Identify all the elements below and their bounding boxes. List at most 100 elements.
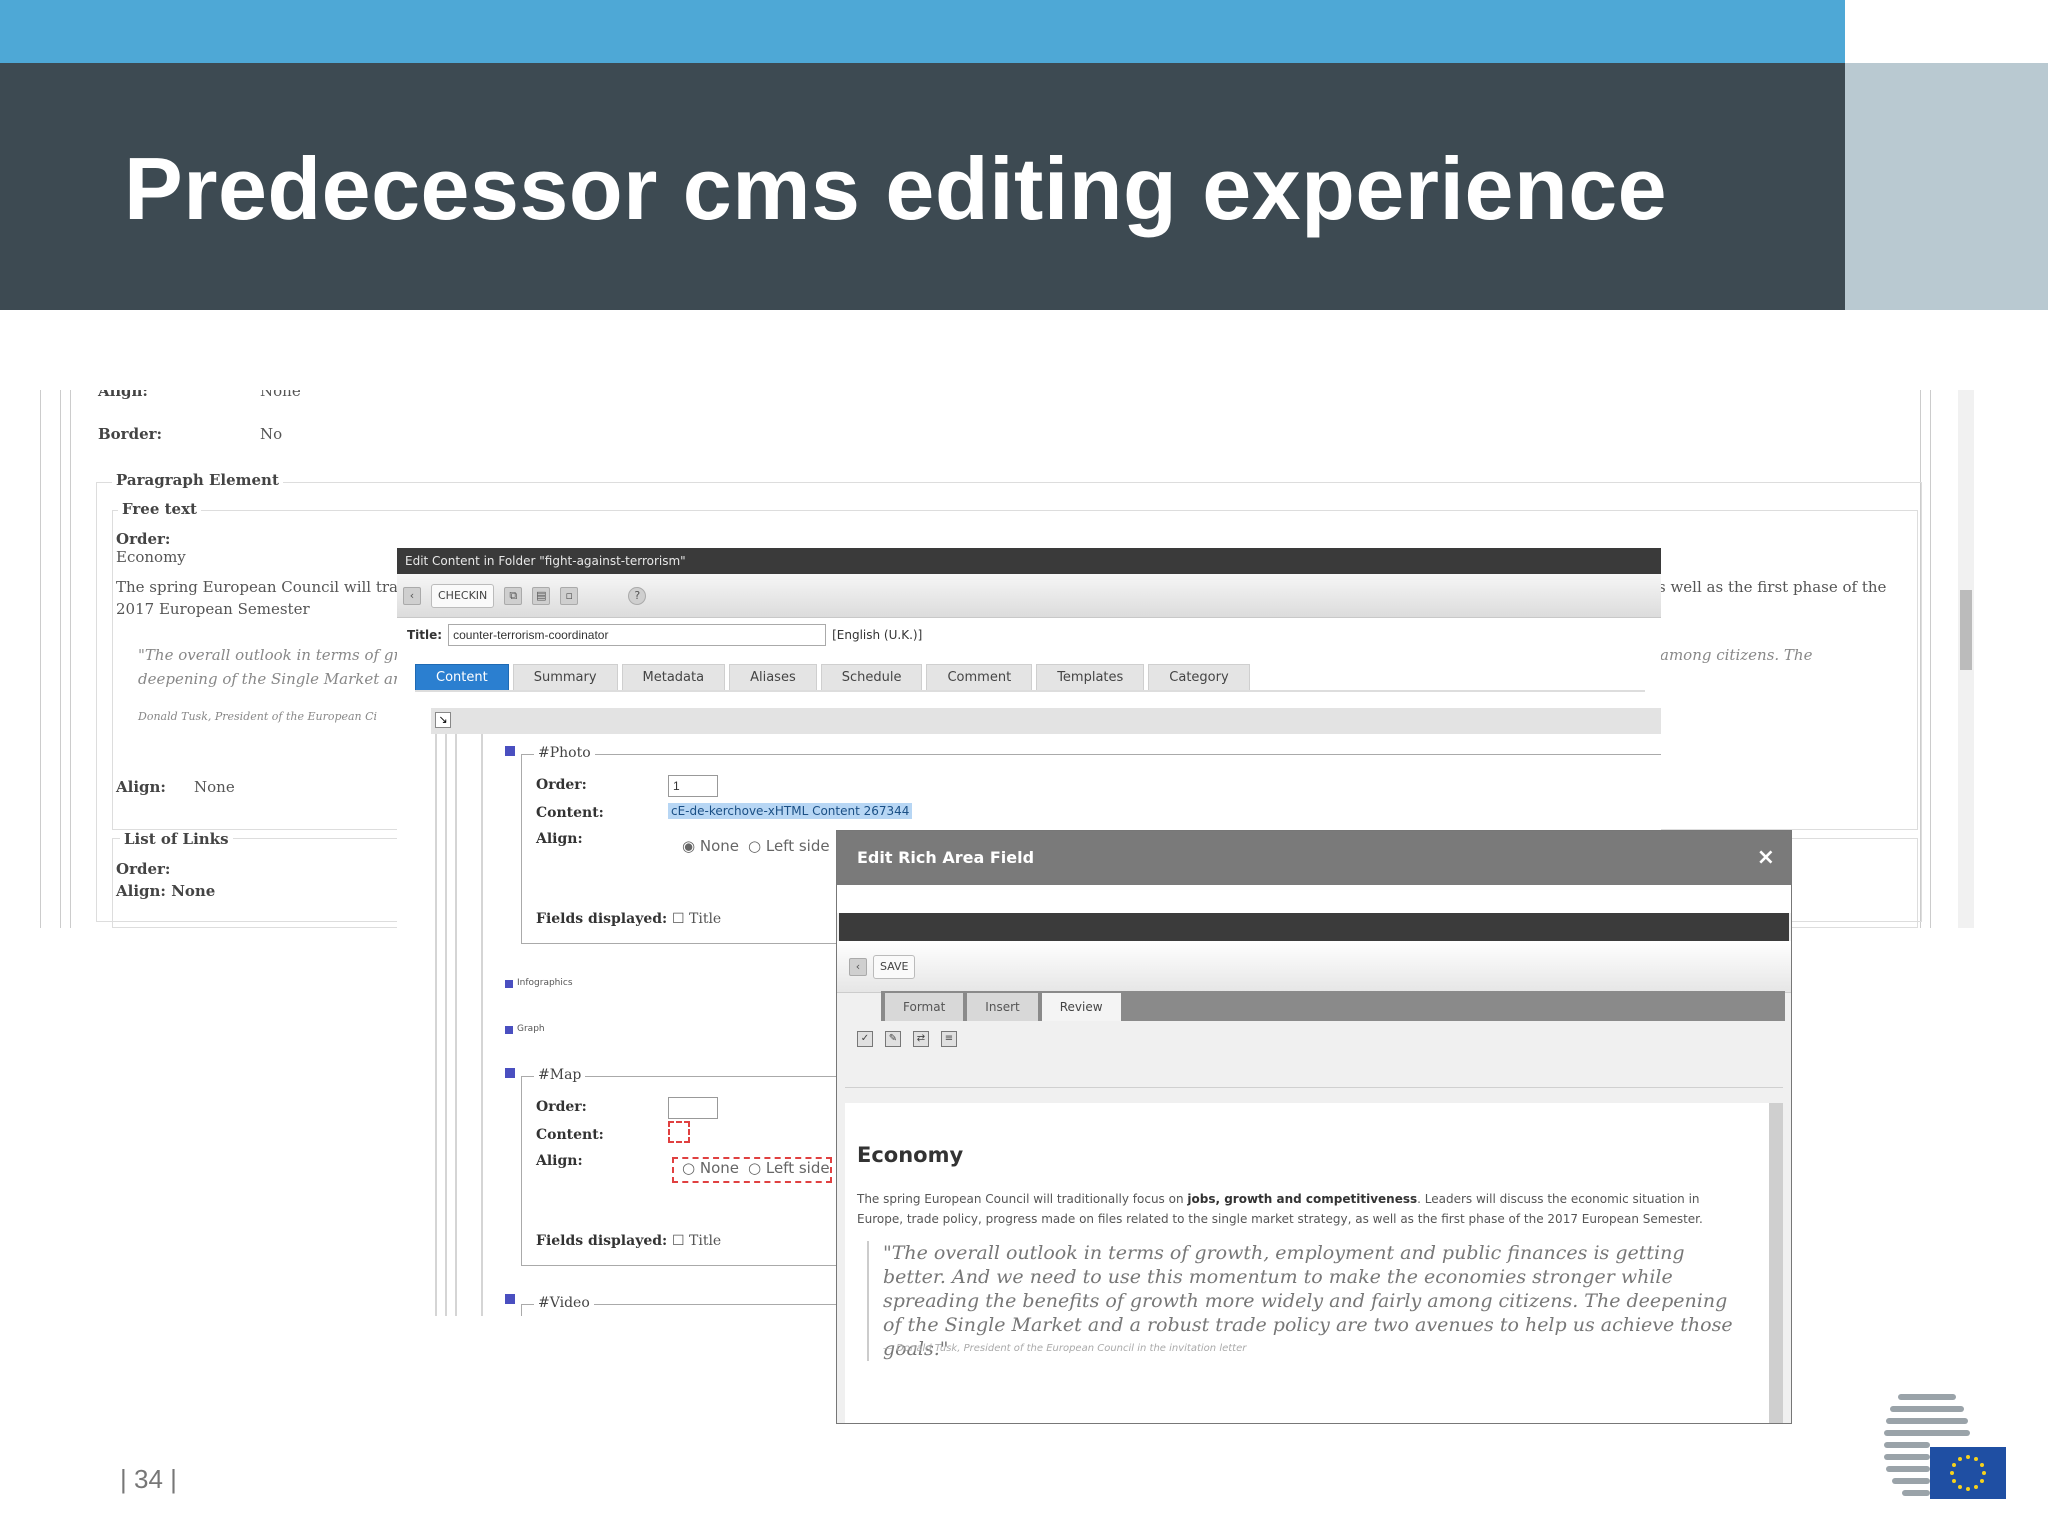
edit-icon[interactable]: ✎ [885,1031,901,1047]
scrollbar-thumb[interactable] [1960,590,1972,670]
checkbox-label: Title [689,911,722,927]
body-text: The spring European Council will traditi… [116,578,432,596]
copy-icon[interactable]: ⧉ [504,586,523,605]
align-label: Align: [116,778,166,796]
slide: Predecessor cms editing experience Align… [0,0,2048,1536]
radio-label: None [699,1159,739,1177]
map-align-left-radio[interactable]: ○ Left side [748,1159,830,1177]
tab-comment[interactable]: Comment [926,664,1033,691]
infographics-label: Infographics [517,978,573,988]
photo-content-label: Content: [536,805,604,821]
radio-label: Left side [765,837,830,855]
logo-stripe [1890,1406,1964,1412]
panel-border-line [1930,390,1931,928]
rich-divider [845,1087,1783,1088]
expand-icon[interactable]: ↘ [435,712,451,728]
spellcheck-icon[interactable]: ✓ [857,1031,873,1047]
tab-schedule[interactable]: Schedule [820,664,923,691]
para-text: The spring European Council will traditi… [857,1192,1188,1206]
radio-label: Left side [765,1159,830,1177]
rich-text-editor[interactable]: Economy The spring European Council will… [845,1103,1775,1423]
photo-align-left-radio[interactable]: ○ Left side [748,837,830,855]
logo-stripe [1902,1490,1930,1496]
photo-fields-label: Fields displayed: [536,911,668,927]
rich-dark-bar [839,913,1789,941]
editor-scrollbar[interactable] [1769,1103,1783,1423]
photo-order-input[interactable] [668,775,718,797]
photo-align-none-radio[interactable]: ◉ None [682,837,739,855]
panel-border-line [70,390,71,928]
council-logo [1884,1392,2008,1500]
panel-border-line [60,390,61,928]
edit-toolbar: ‹ CHECKIN ⧉ ▤ ▫ ? [397,574,1661,618]
tab-metadata[interactable]: Metadata [621,664,726,691]
title-label: Title: [407,628,443,642]
map-marker-icon[interactable] [505,1068,515,1078]
header-right-block [1845,63,2048,310]
border-value: No [260,425,283,443]
editor-strip: ↘ [431,708,1661,734]
compare-icon[interactable]: ⇄ [913,1031,929,1047]
graph-marker-icon[interactable] [505,1026,513,1034]
map-order-label: Order: [536,1099,587,1115]
tab-aliases[interactable]: Aliases [729,664,817,691]
document-icon[interactable]: ▫ [560,586,579,605]
radio-label: None [699,837,739,855]
tab-category[interactable]: Category [1148,664,1250,691]
save-button[interactable]: SAVE [873,954,916,979]
map-order-input[interactable] [668,1097,718,1119]
tab-summary[interactable]: Summary [512,664,618,691]
map-align-none-radio[interactable]: ○ None [682,1159,739,1177]
tabs-divider [415,690,1645,692]
document-icon[interactable]: ≡ [941,1031,957,1047]
photo-marker-icon[interactable] [505,746,515,756]
rich-toolbar: ‹ SAVE [837,941,1791,993]
video-marker-icon[interactable] [505,1294,515,1304]
quote-attribution: Donald Tusk, President of the European C… [138,710,378,723]
tree-line [481,734,483,1316]
body-text: 2017 European Semester [116,600,310,618]
photo-content-value[interactable]: cE-de-kerchove-xHTML Content 267344 [668,803,913,819]
align-value: None [260,390,301,400]
tab-format[interactable]: Format [885,993,964,1021]
photo-title-checkbox[interactable]: ☐ Title [672,911,721,927]
infographics-marker-icon[interactable] [505,980,513,988]
free-text-legend: Free text [118,500,201,518]
video-legend: #Video [534,1295,594,1311]
tab-insert[interactable]: Insert [967,993,1038,1021]
back-icon[interactable]: ‹ [403,586,421,605]
quote-text: "The overall outlook in terms of grow [138,646,423,664]
border-label: Border: [98,425,163,443]
close-icon[interactable]: × [1757,831,1775,885]
title-input[interactable] [448,624,827,646]
slide-title: Predecessor cms editing experience [124,139,1668,238]
logo-stripe [1886,1466,1930,1472]
tab-templates[interactable]: Templates [1036,664,1145,691]
back-icon[interactable]: ‹ [849,957,867,976]
title-row: Title: [English (U.K.)] [407,624,922,646]
editor-paragraph: The spring European Council will traditi… [857,1189,1737,1229]
tree-line [435,734,437,1316]
save-icon[interactable]: ▤ [532,586,551,605]
order-value: Economy [116,548,186,566]
map-align-label: Align: [536,1153,583,1169]
panel-border-line [40,390,41,928]
graph-label: Graph [517,1024,545,1034]
checkbox-label: Title [689,1233,722,1249]
para-bold-text: jobs, growth and competitiveness [1187,1192,1418,1206]
help-icon[interactable]: ? [628,586,647,605]
logo-stripe [1884,1442,1930,1448]
map-content-placeholder[interactable] [668,1121,690,1143]
rich-dialog-titlebar: Edit Rich Area Field × [837,831,1791,885]
map-fields-label: Fields displayed: [536,1233,668,1249]
checkin-button[interactable]: CHECKIN [431,583,495,608]
tab-content[interactable]: Content [415,664,509,691]
tab-review[interactable]: Review [1041,993,1121,1021]
rich-spacer [837,885,1791,913]
list-align: Align: None [116,882,216,900]
photo-order-label: Order: [536,777,587,793]
photo-align-label: Align: [536,831,583,847]
background-scrollbar[interactable] [1958,390,1974,928]
tree-line [455,734,457,1316]
map-title-checkbox[interactable]: ☐ Title [672,1233,721,1249]
